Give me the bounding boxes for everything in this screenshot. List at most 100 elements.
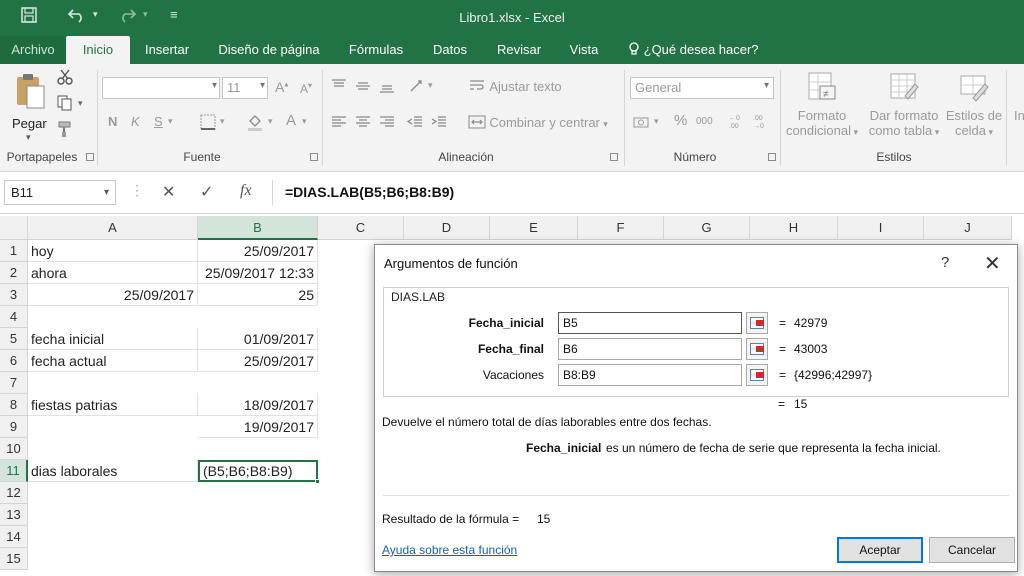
tell-me-box[interactable]: ¿Qué desea hacer? [628, 36, 759, 64]
row-header[interactable]: 13 [0, 504, 28, 526]
bold-button[interactable]: N [108, 114, 117, 129]
alignment-launcher-icon[interactable] [610, 153, 618, 161]
conditional-formatting-button[interactable]: ≠ Formato condicional ▾ [784, 70, 860, 146]
font-size-box[interactable]: 11 ▾ [222, 77, 268, 99]
collapse-dialog-button[interactable] [746, 364, 768, 386]
cell[interactable]: 25/09/2017 [28, 284, 198, 306]
column-header-j[interactable]: J [924, 216, 1012, 240]
orientation-icon[interactable] [408, 76, 426, 97]
underline-button[interactable]: S [154, 114, 163, 129]
fill-color-icon[interactable] [246, 113, 264, 134]
copy-dropdown-icon[interactable]: ▾ [78, 98, 83, 109]
row-header[interactable]: 15 [0, 548, 28, 570]
borders-dropdown-icon[interactable]: ▾ [220, 116, 225, 127]
accounting-format-icon[interactable] [632, 114, 650, 133]
tab-review[interactable]: Revisar [488, 36, 550, 64]
column-header-b[interactable]: B [198, 216, 318, 240]
tab-data[interactable]: Datos [424, 36, 476, 64]
format-as-table-button[interactable]: Dar formato como tabla ▾ [866, 70, 942, 146]
cancel-button[interactable]: Cancelar [929, 537, 1015, 563]
function-help-link[interactable]: Ayuda sobre esta función [382, 543, 517, 557]
help-icon[interactable]: ? [941, 254, 949, 271]
number-launcher-icon[interactable] [768, 153, 776, 161]
cell[interactable]: 25/09/2017 [198, 240, 318, 262]
font-color-icon[interactable]: A [286, 112, 296, 129]
orientation-dropdown-icon[interactable]: ▾ [428, 80, 433, 91]
row-header[interactable]: 8 [0, 394, 28, 416]
tab-file[interactable]: Archivo [0, 36, 66, 64]
arg-input-end-date[interactable]: B6 [558, 338, 742, 360]
arg-input-holidays[interactable]: B8:B9 [558, 364, 742, 386]
select-all-corner[interactable] [0, 216, 28, 240]
copy-icon[interactable] [56, 94, 74, 115]
cut-icon[interactable] [56, 68, 74, 89]
cell[interactable]: fiestas patrias [28, 394, 198, 416]
row-header[interactable]: 9 [0, 416, 28, 438]
cell[interactable]: 19/09/2017 [198, 416, 318, 438]
active-cell[interactable]: (B5;B6;B8:B9) [198, 460, 318, 482]
cell[interactable]: 25/09/2017 12:33 [198, 262, 318, 284]
row-header[interactable]: 1 [0, 240, 28, 262]
clipboard-launcher-icon[interactable] [86, 153, 94, 161]
fill-color-dropdown-icon[interactable]: ▾ [268, 116, 273, 127]
decrease-indent-icon[interactable] [406, 114, 424, 133]
tab-page-layout[interactable]: Diseño de página [208, 36, 330, 64]
font-name-box[interactable]: ▾ [102, 77, 220, 99]
insert-function-icon[interactable]: fx [240, 182, 252, 200]
cell[interactable]: ahora [28, 262, 198, 284]
borders-icon[interactable] [200, 114, 216, 133]
increase-decimal-icon[interactable]: ←0.00 [728, 112, 748, 133]
wrap-text-button[interactable]: Ajustar texto [468, 78, 562, 94]
row-header[interactable]: 7 [0, 372, 28, 394]
decrease-decimal-icon[interactable]: .00 →0 [752, 112, 772, 133]
row-header[interactable]: 11 [0, 460, 28, 482]
cell-styles-button[interactable]: Estilos de celda ▾ [944, 70, 1004, 146]
collapse-dialog-button[interactable] [746, 312, 768, 334]
align-bottom-icon[interactable] [378, 78, 396, 97]
percent-style-button[interactable]: % [674, 112, 687, 129]
column-header-c[interactable]: C [318, 216, 404, 240]
tab-formulas[interactable]: Fórmulas [340, 36, 412, 64]
column-header-g[interactable]: G [664, 216, 750, 240]
row-header[interactable]: 2 [0, 262, 28, 284]
comma-style-button[interactable]: 000 [696, 116, 713, 127]
font-launcher-icon[interactable] [310, 153, 318, 161]
cancel-entry-icon[interactable]: ✕ [162, 182, 175, 202]
column-header-e[interactable]: E [490, 216, 578, 240]
close-icon[interactable]: ✕ [984, 251, 1001, 276]
font-color-dropdown-icon[interactable]: ▾ [302, 116, 307, 127]
row-header[interactable]: 14 [0, 526, 28, 548]
fill-handle[interactable] [315, 479, 320, 484]
column-header-i[interactable]: I [838, 216, 924, 240]
underline-dropdown-icon[interactable]: ▾ [168, 116, 173, 127]
align-middle-icon[interactable] [354, 78, 372, 97]
align-left-icon[interactable] [330, 114, 348, 133]
confirm-entry-icon[interactable]: ✓ [200, 182, 213, 202]
row-header[interactable]: 10 [0, 438, 28, 460]
column-header-h[interactable]: H [750, 216, 838, 240]
merge-center-button[interactable]: Combinar y centrar ▾ [468, 114, 608, 130]
row-header[interactable]: 5 [0, 328, 28, 350]
cell[interactable]: fecha inicial [28, 328, 198, 350]
name-box[interactable]: B11 ▾ [4, 180, 116, 205]
column-header-d[interactable]: D [404, 216, 490, 240]
cell[interactable]: hoy [28, 240, 198, 262]
column-header-a[interactable]: A [28, 216, 198, 240]
insert-cells-button[interactable]: In [1014, 108, 1024, 123]
row-header[interactable]: 4 [0, 306, 28, 328]
collapse-dialog-button[interactable] [746, 338, 768, 360]
formula-input[interactable]: =DIAS.LAB(B5;B6;B8:B9) [272, 180, 1020, 205]
italic-button[interactable]: K [131, 114, 140, 129]
align-top-icon[interactable] [330, 78, 348, 97]
row-header[interactable]: 3 [0, 284, 28, 306]
format-painter-icon[interactable] [56, 120, 74, 141]
paste-button[interactable]: Pegar ▾ [8, 70, 52, 142]
column-header-f[interactable]: F [578, 216, 664, 240]
cell[interactable]: 01/09/2017 [198, 328, 318, 350]
cell[interactable]: dias laborales [28, 460, 198, 482]
accounting-dropdown-icon[interactable]: ▾ [654, 116, 659, 127]
tab-home[interactable]: Inicio [66, 36, 130, 64]
cell[interactable]: fecha actual [28, 350, 198, 372]
arg-input-start-date[interactable]: B5 [558, 312, 742, 334]
increase-indent-icon[interactable] [430, 114, 448, 133]
